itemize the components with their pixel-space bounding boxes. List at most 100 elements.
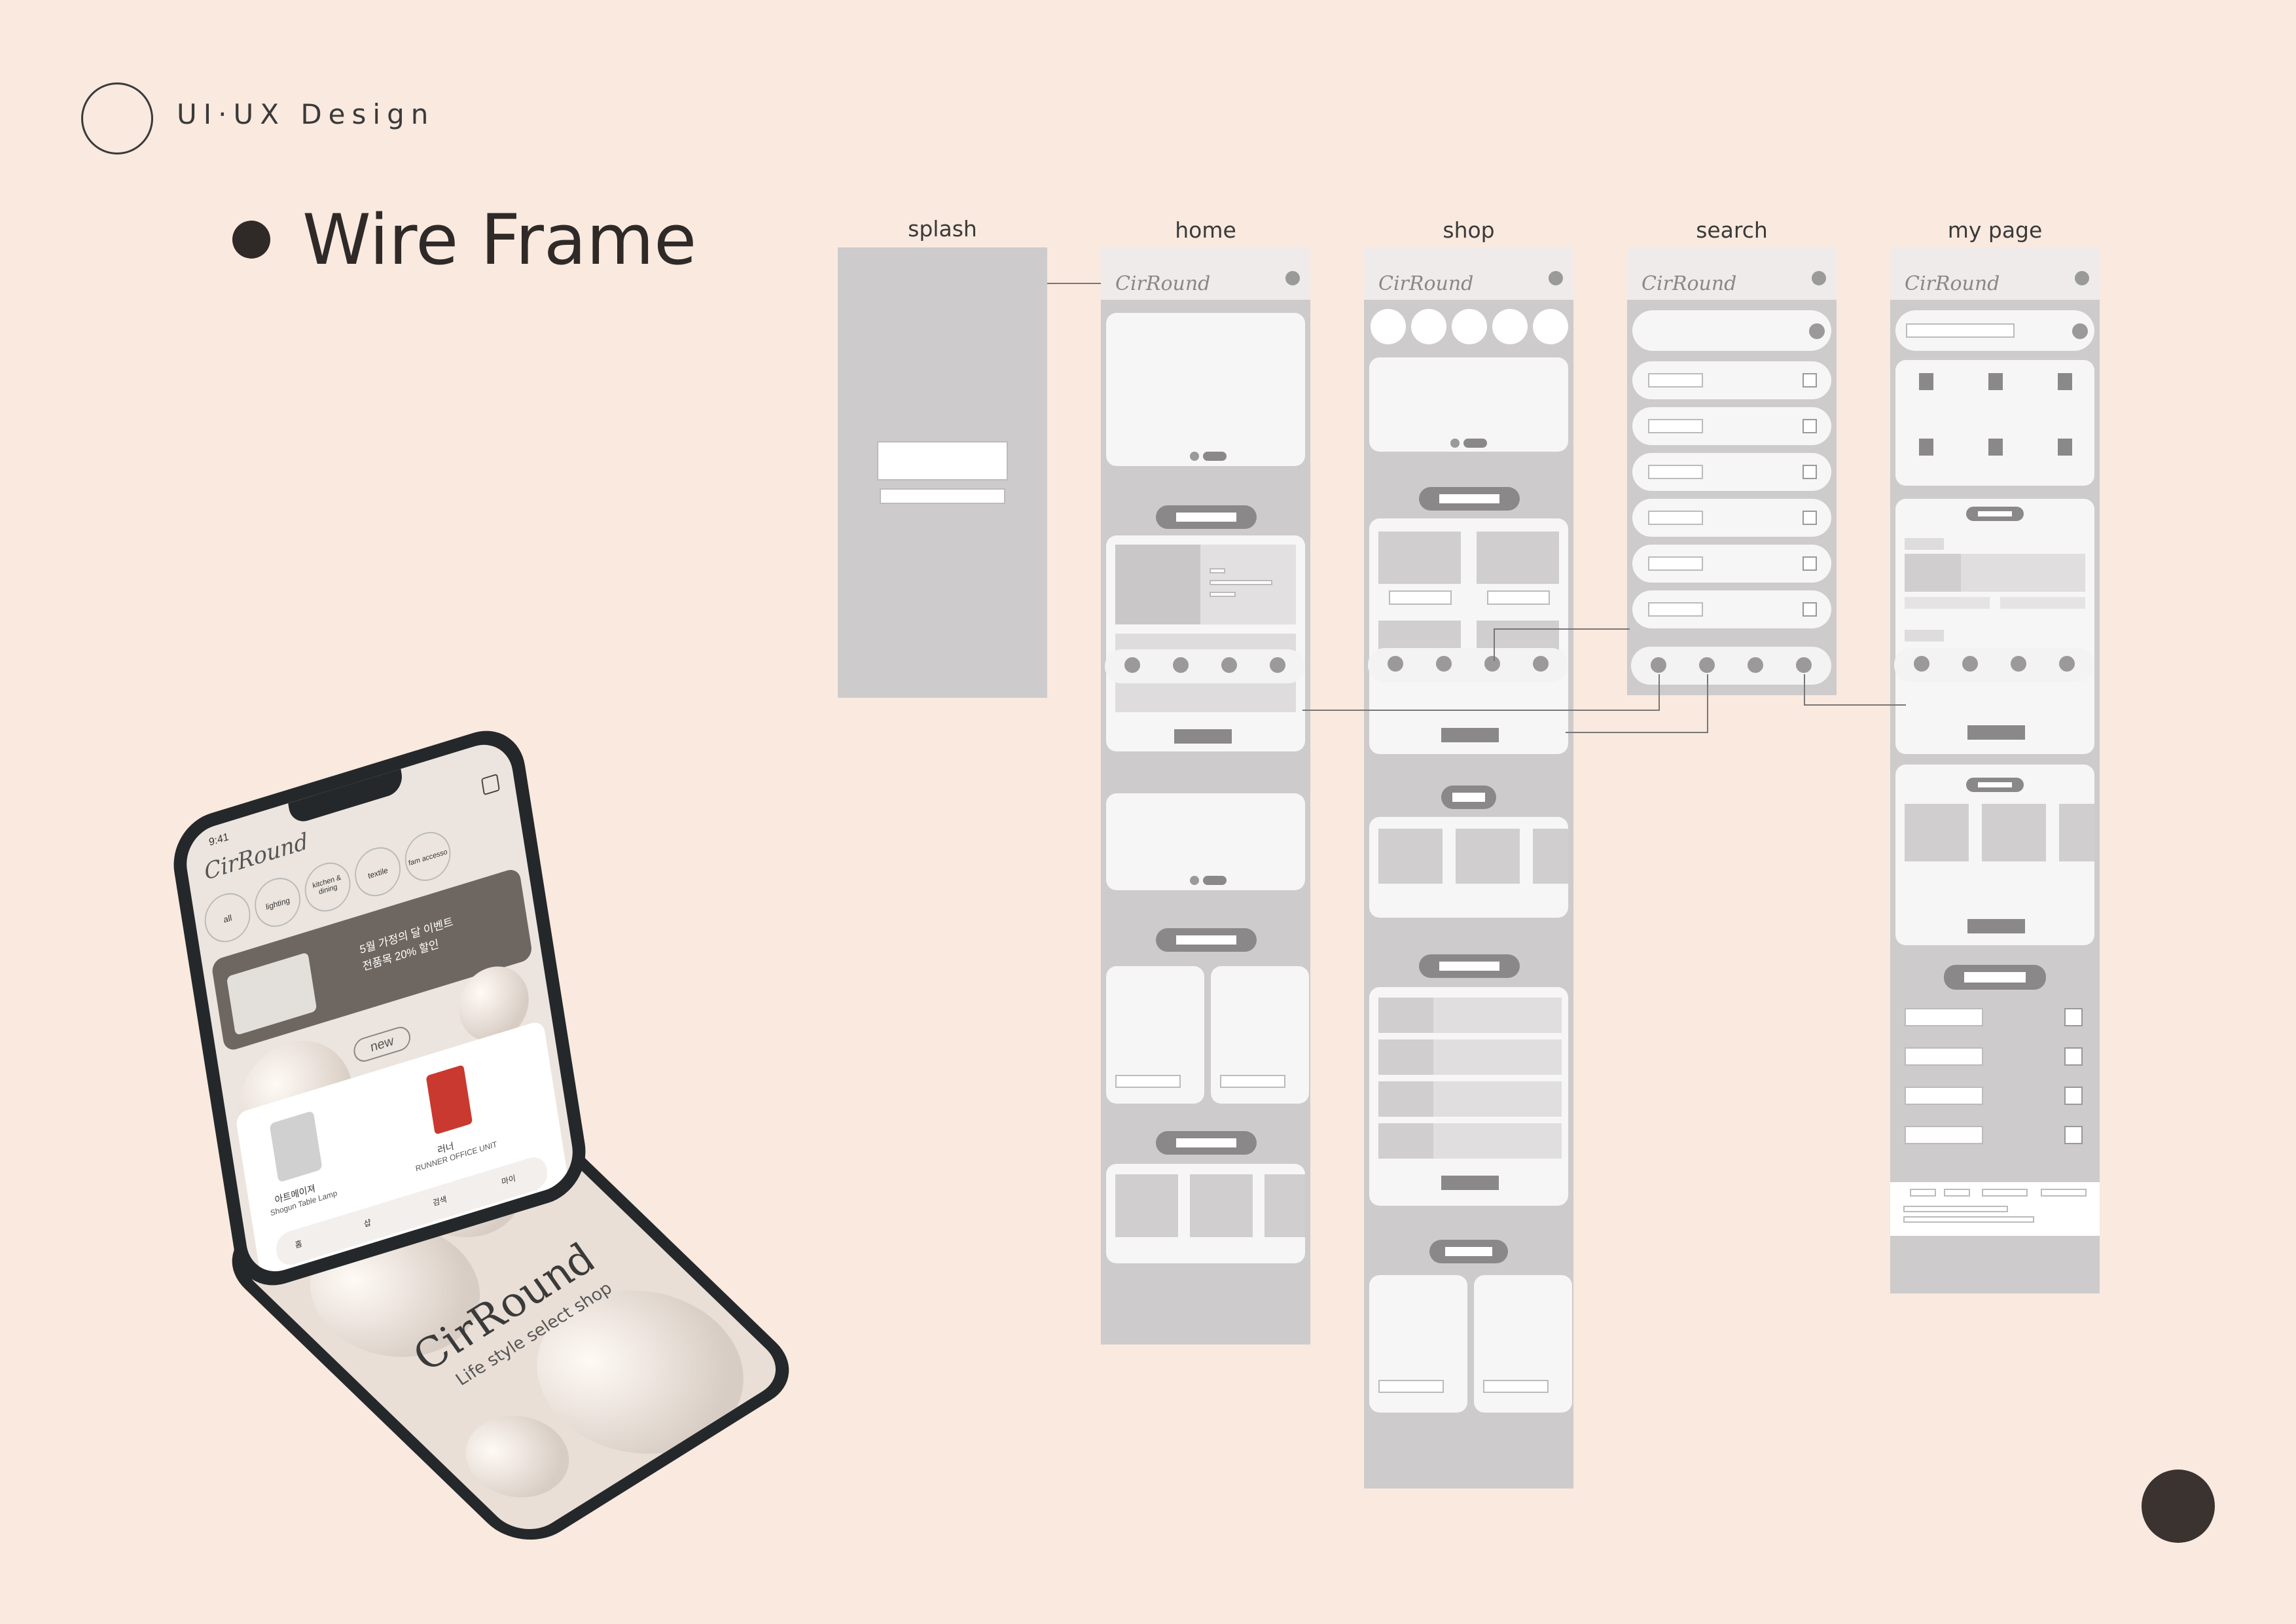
setting-toggle[interactable] bbox=[2064, 1047, 2083, 1066]
search-screen: CirRound bbox=[1627, 247, 1837, 695]
shop-screen: CirRound bbox=[1364, 247, 1573, 1489]
category-chip[interactable] bbox=[1492, 309, 1528, 344]
nav-search[interactable]: 검색 bbox=[432, 1193, 448, 1208]
home-screen: CirRound bbox=[1101, 247, 1310, 1344]
category-textile[interactable]: textile bbox=[351, 841, 404, 903]
home-card-row[interactable] bbox=[1106, 1164, 1305, 1263]
setting-row[interactable] bbox=[1905, 1008, 1983, 1026]
search-icon bbox=[1809, 323, 1825, 339]
mypage-bottom-nav[interactable] bbox=[1894, 648, 2094, 682]
shop-banner[interactable] bbox=[1369, 357, 1568, 452]
profile-bar[interactable] bbox=[1895, 310, 2094, 351]
search-result[interactable] bbox=[1632, 545, 1831, 583]
shop-card-b[interactable] bbox=[1474, 1275, 1572, 1413]
shop-section-pill-3 bbox=[1419, 954, 1520, 978]
home-section-pill-3 bbox=[1156, 1131, 1257, 1155]
page-title: Wire Frame bbox=[302, 200, 697, 280]
mypage-section-pill bbox=[1944, 965, 2046, 990]
home-card-a[interactable] bbox=[1106, 966, 1204, 1104]
connector bbox=[1302, 710, 1660, 711]
splash-tagline-box bbox=[880, 488, 1005, 504]
banner-image bbox=[226, 952, 317, 1036]
home-card-b[interactable] bbox=[1211, 966, 1309, 1104]
shop-section-pill-4 bbox=[1429, 1240, 1508, 1263]
shop-brand: CirRound bbox=[1378, 272, 1474, 295]
shop-section-pill-2 bbox=[1441, 785, 1496, 809]
setting-toggle[interactable] bbox=[2064, 1126, 2083, 1144]
search-brand: CirRound bbox=[1641, 272, 1737, 295]
home-brand: CirRound bbox=[1115, 272, 1211, 295]
connector bbox=[1659, 674, 1660, 711]
connector bbox=[1566, 732, 1708, 733]
home-section-pill bbox=[1156, 505, 1257, 529]
shop-header: CirRound bbox=[1364, 247, 1573, 300]
mypage-brand: CirRound bbox=[1905, 272, 2000, 295]
connector bbox=[1494, 628, 1630, 630]
home-bottom-nav[interactable] bbox=[1105, 649, 1305, 683]
shop-card-a[interactable] bbox=[1369, 1275, 1467, 1413]
shop-list[interactable] bbox=[1369, 987, 1568, 1206]
nav-shop[interactable]: 샵 bbox=[363, 1216, 372, 1229]
status-time: 9:41 bbox=[208, 831, 230, 849]
cart-icon[interactable] bbox=[1812, 271, 1826, 285]
search-input[interactable] bbox=[1632, 310, 1831, 351]
connector bbox=[1804, 704, 1906, 706]
mypage-header: CirRound bbox=[1890, 247, 2100, 300]
home-banner[interactable] bbox=[1106, 313, 1305, 466]
category-kitchen[interactable]: kitchen & dining bbox=[301, 856, 354, 918]
mypage-menu-grid[interactable] bbox=[1895, 360, 2094, 486]
shop-card-row[interactable] bbox=[1369, 817, 1568, 918]
home-section-pill-2 bbox=[1156, 928, 1257, 952]
search-result[interactable] bbox=[1632, 407, 1831, 445]
search-result[interactable] bbox=[1632, 590, 1831, 628]
splash-logo-box bbox=[877, 441, 1008, 480]
category-all[interactable]: all bbox=[201, 887, 254, 948]
shop-bottom-nav[interactable] bbox=[1368, 648, 1568, 682]
category-lighting[interactable]: lighting bbox=[251, 872, 304, 933]
connector bbox=[1804, 674, 1805, 706]
connector bbox=[1707, 674, 1708, 733]
search-result[interactable] bbox=[1632, 361, 1831, 399]
category-accessory[interactable]: fam accesso bbox=[401, 825, 454, 887]
product1-image[interactable] bbox=[269, 1110, 323, 1183]
label-splash: splash bbox=[908, 216, 977, 242]
splash-screen bbox=[838, 247, 1047, 698]
cart-icon[interactable] bbox=[1285, 271, 1300, 285]
product2-name-en: RUNNER OFFICE UNIT bbox=[414, 1139, 498, 1174]
category-chip[interactable] bbox=[1452, 309, 1487, 344]
connector bbox=[1494, 628, 1495, 661]
mypage-orders[interactable] bbox=[1895, 499, 2094, 754]
home-banner-2[interactable] bbox=[1106, 793, 1305, 890]
setting-row[interactable] bbox=[1905, 1087, 1983, 1105]
setting-toggle[interactable] bbox=[2064, 1008, 2083, 1026]
category-chip[interactable] bbox=[1533, 309, 1568, 344]
search-bottom-nav[interactable] bbox=[1631, 647, 1831, 685]
corner-dot bbox=[2142, 1470, 2215, 1543]
brand-label: UI·UX Design bbox=[177, 98, 435, 130]
label-home: home bbox=[1175, 217, 1236, 243]
cart-icon[interactable] bbox=[1549, 271, 1563, 285]
search-result[interactable] bbox=[1632, 499, 1831, 537]
mypage-footer bbox=[1890, 1182, 2100, 1236]
setting-toggle[interactable] bbox=[2064, 1087, 2083, 1105]
search-header: CirRound bbox=[1627, 247, 1837, 300]
mypage-recent[interactable] bbox=[1895, 765, 2094, 945]
cart-icon[interactable] bbox=[2075, 271, 2089, 285]
shop-product-grid[interactable] bbox=[1369, 518, 1568, 754]
nav-home[interactable]: 홈 bbox=[295, 1237, 303, 1250]
nav-my[interactable]: 마이 bbox=[501, 1172, 516, 1187]
product2-image[interactable] bbox=[425, 1064, 473, 1135]
logo-circle bbox=[81, 82, 153, 154]
label-search: search bbox=[1696, 217, 1768, 243]
shop-section-pill bbox=[1419, 487, 1520, 511]
my-page-screen: CirRound bbox=[1890, 247, 2100, 1293]
section-new: new bbox=[351, 1024, 412, 1065]
bullet-dot bbox=[232, 221, 270, 259]
setting-row[interactable] bbox=[1905, 1126, 1983, 1144]
home-product-card[interactable] bbox=[1106, 535, 1305, 751]
bag-icon[interactable] bbox=[481, 773, 500, 796]
setting-row[interactable] bbox=[1905, 1047, 1983, 1066]
category-chip[interactable] bbox=[1411, 309, 1446, 344]
search-result[interactable] bbox=[1632, 453, 1831, 491]
category-chip[interactable] bbox=[1371, 309, 1406, 344]
